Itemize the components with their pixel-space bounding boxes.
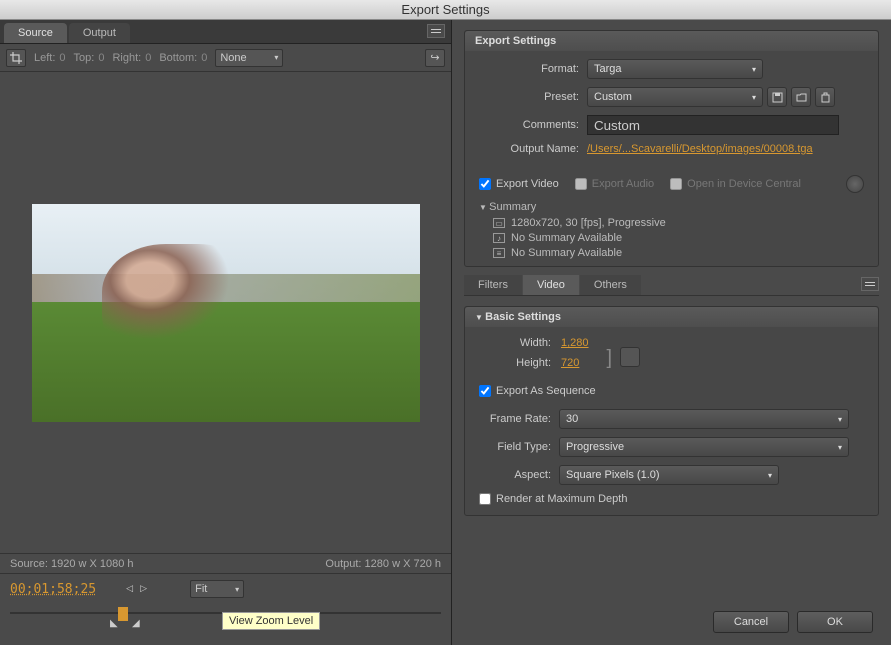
format-label: Format:: [479, 63, 579, 75]
out-point-icon[interactable]: ◢: [132, 618, 140, 629]
summary-video-line: 1280x720, 30 [fps], Progressive: [511, 217, 666, 229]
crop-left-value[interactable]: 0: [59, 52, 65, 64]
export-settings-header: Export Settings: [465, 31, 878, 51]
import-preset-icon[interactable]: [791, 87, 811, 107]
link-bracket-icon: ]: [607, 347, 613, 370]
crop-toolbar: Left:0 Top:0 Right:0 Bottom:0 None ↪: [0, 44, 451, 72]
dialog-buttons: Cancel OK: [713, 611, 873, 633]
export-as-sequence-checkbox[interactable]: Export As Sequence: [479, 385, 864, 397]
panel-menu-icon[interactable]: [427, 24, 445, 38]
summary-toggle[interactable]: Summary: [479, 201, 864, 213]
framerate-label: Frame Rate:: [479, 413, 551, 425]
size-info-bar: Source: 1920 w X 1080 h Output: 1280 w X…: [0, 553, 451, 573]
crop-top-label: Top:: [74, 52, 95, 64]
zoom-fit-dropdown[interactable]: Fit: [190, 580, 244, 598]
settings-panel: Export Settings Format: Targa Preset: Cu…: [452, 20, 891, 645]
aspect-label: Aspect:: [479, 469, 551, 481]
timeline-area: 00;01;58;25 ◁ ▷ Fit ◣ ◢ View Zoom Level: [0, 573, 451, 645]
preset-label: Preset:: [479, 91, 579, 103]
framerate-dropdown[interactable]: 30: [559, 409, 849, 429]
fieldtype-dropdown[interactable]: Progressive: [559, 437, 849, 457]
crop-fields: Left:0 Top:0 Right:0 Bottom:0: [34, 52, 207, 64]
fieldtype-label: Field Type:: [479, 441, 551, 453]
crop-tool-icon[interactable]: [6, 49, 26, 67]
height-input[interactable]: 720: [561, 357, 579, 369]
basic-settings-section: ▼ Basic Settings Width:1,280 Height:720 …: [464, 306, 879, 516]
crop-right-label: Right:: [112, 52, 141, 64]
render-max-depth-checkbox[interactable]: Render at Maximum Depth: [479, 493, 864, 505]
crop-left-label: Left:: [34, 52, 55, 64]
open-device-central-checkbox: Open in Device Central: [670, 178, 801, 190]
tab-output[interactable]: Output: [69, 23, 130, 43]
ftp-settings-icon[interactable]: [846, 175, 864, 193]
tab-filters[interactable]: Filters: [464, 275, 522, 295]
export-audio-checkbox: Export Audio: [575, 178, 654, 190]
export-video-checkbox[interactable]: Export Video: [479, 178, 559, 190]
height-label: Height:: [479, 357, 551, 369]
output-size-label: Output: 1280 w X 720 h: [325, 558, 441, 570]
video-summary-icon: ▭: [493, 218, 505, 228]
in-point-icon[interactable]: ◣: [110, 618, 118, 629]
crop-top-value[interactable]: 0: [98, 52, 104, 64]
comments-input[interactable]: [587, 115, 839, 135]
timecode-display[interactable]: 00;01;58;25: [10, 582, 96, 597]
left-tab-bar: Source Output: [0, 20, 451, 44]
crop-bottom-value[interactable]: 0: [201, 52, 207, 64]
next-frame-icon[interactable]: ▷: [140, 583, 152, 595]
preview-image: [32, 204, 420, 422]
constrain-proportions-icon[interactable]: [620, 347, 640, 367]
cancel-button[interactable]: Cancel: [713, 611, 789, 633]
output-name-link[interactable]: /Users/...Scavarelli/Desktop/images/0000…: [587, 143, 813, 155]
crop-right-value[interactable]: 0: [145, 52, 151, 64]
window-titlebar: Export Settings: [0, 0, 891, 20]
format-dropdown[interactable]: Targa: [587, 59, 763, 79]
output-name-label: Output Name:: [479, 143, 579, 155]
ok-button[interactable]: OK: [797, 611, 873, 633]
aspect-dropdown[interactable]: Square Pixels (1.0): [559, 465, 779, 485]
width-label: Width:: [479, 337, 551, 349]
playhead-icon[interactable]: [118, 607, 128, 621]
apply-crop-icon[interactable]: ↪: [425, 49, 445, 67]
summary-bitrate-line: No Summary Available: [511, 247, 622, 259]
source-size-label: Source: 1920 w X 1080 h: [10, 558, 134, 570]
save-preset-icon[interactable]: [767, 87, 787, 107]
crop-bottom-label: Bottom:: [159, 52, 197, 64]
zoom-tooltip: View Zoom Level: [222, 612, 320, 630]
codec-tabs: Filters Video Others: [464, 275, 879, 296]
tab-video[interactable]: Video: [523, 275, 579, 295]
summary-audio-line: No Summary Available: [511, 232, 622, 244]
preset-dropdown[interactable]: Custom: [587, 87, 763, 107]
prev-frame-icon[interactable]: ◁: [126, 583, 138, 595]
preview-panel: Source Output Left:0 Top:0 Right:0 Botto…: [0, 20, 452, 645]
delete-preset-icon[interactable]: [815, 87, 835, 107]
crop-aspect-dropdown[interactable]: None: [215, 49, 283, 67]
codec-panel-menu-icon[interactable]: [861, 277, 879, 291]
export-settings-section: Export Settings Format: Targa Preset: Cu…: [464, 30, 879, 267]
audio-summary-icon: ♪: [493, 233, 505, 243]
tab-source[interactable]: Source: [4, 23, 67, 43]
width-input[interactable]: 1,280: [561, 337, 589, 349]
preview-viewport[interactable]: [0, 72, 451, 553]
bitrate-summary-icon: ≡: [493, 248, 505, 258]
tab-others[interactable]: Others: [580, 275, 641, 295]
comments-label: Comments:: [479, 119, 579, 131]
basic-settings-header[interactable]: ▼ Basic Settings: [465, 307, 878, 327]
